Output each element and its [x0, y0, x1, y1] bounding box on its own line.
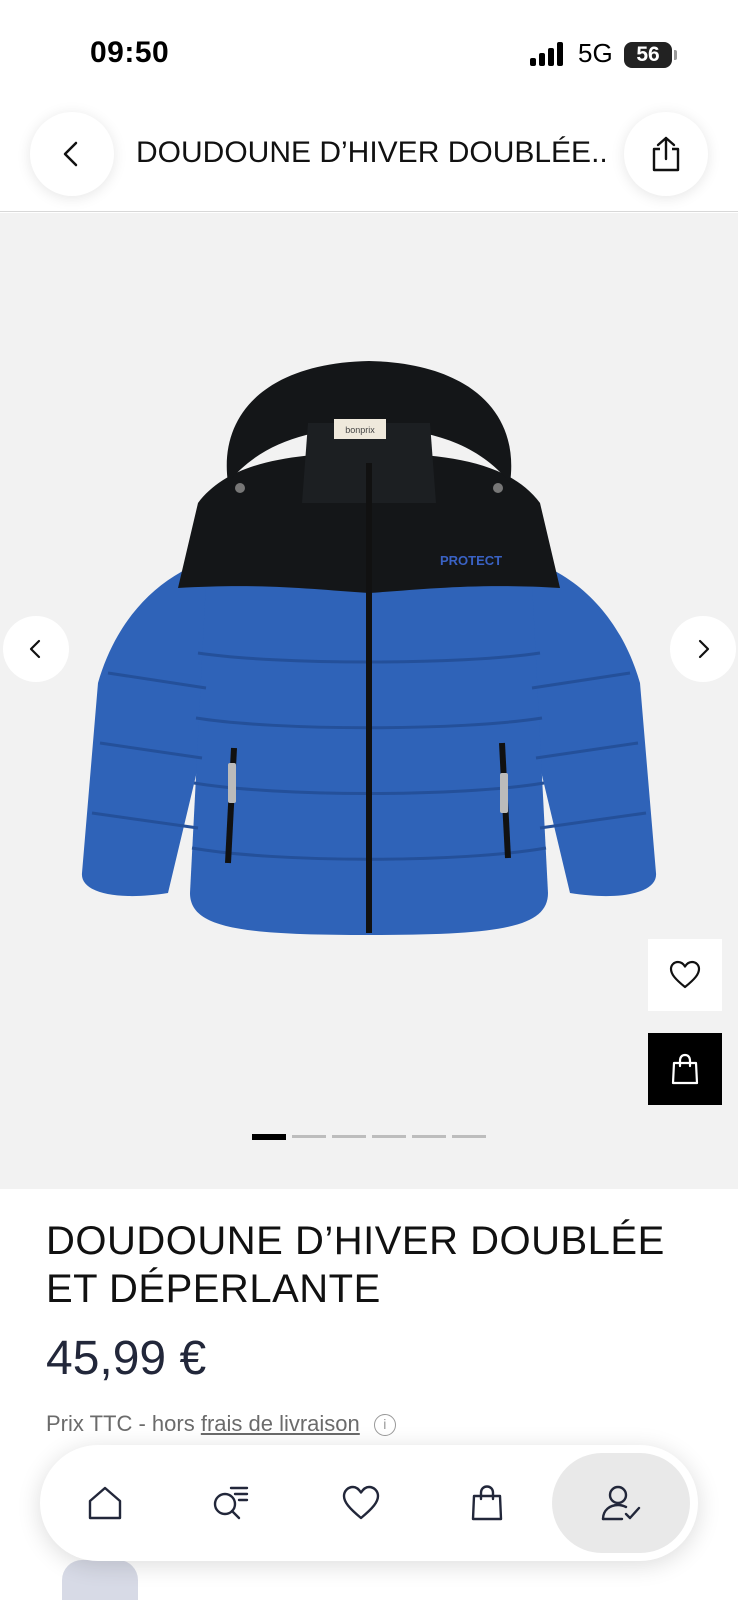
image-pagination [252, 1134, 486, 1140]
pagination-dot[interactable] [332, 1135, 366, 1138]
nav-account[interactable] [552, 1453, 690, 1553]
header-title: DOUDOUNE D’HIVER DOUBLÉE... [136, 136, 606, 169]
heart-icon [669, 960, 701, 989]
next-image-button[interactable] [670, 616, 736, 682]
search-list-icon [213, 1486, 249, 1520]
shopping-bag-icon [471, 1485, 503, 1521]
pagination-dot[interactable] [372, 1135, 406, 1138]
heart-icon [342, 1485, 380, 1520]
back-button[interactable] [30, 112, 114, 196]
add-to-wishlist-button[interactable] [648, 939, 722, 1011]
account-icon [601, 1485, 641, 1521]
network-type: 5G [578, 38, 613, 68]
chevron-left-icon [29, 639, 41, 659]
product-price: 45,99 € [46, 1332, 207, 1385]
shopping-bag-icon [671, 1053, 699, 1085]
nav-search[interactable] [168, 1445, 294, 1561]
chevron-right-icon [698, 639, 710, 659]
pagination-dot[interactable] [452, 1135, 486, 1138]
nav-cart[interactable] [424, 1445, 550, 1561]
status-time: 09:50 [90, 36, 170, 69]
status-bar: 09:50 5G 56 [0, 0, 738, 100]
product-gallery[interactable]: bonprix PROTECT [0, 213, 738, 1189]
svg-text:PROTECT: PROTECT [440, 553, 502, 568]
product-title: DOUDOUNE D’HIVER DOUBLÉE ET DÉPERLANTE [46, 1219, 665, 1311]
home-icon [88, 1486, 122, 1520]
shipping-fees-link[interactable]: frais de livraison [201, 1411, 360, 1436]
signal-icon [530, 42, 566, 66]
svg-text:bonprix: bonprix [345, 425, 375, 435]
tax-note: Prix TTC - hors frais de livraison i [46, 1411, 396, 1437]
battery-icon: 56 [624, 42, 677, 68]
share-button[interactable] [624, 112, 708, 196]
tax-note-text: Prix TTC - hors [46, 1411, 201, 1436]
pagination-dot[interactable] [292, 1135, 326, 1138]
content-peek [62, 1560, 138, 1600]
pagination-dot[interactable] [412, 1135, 446, 1138]
share-icon [652, 136, 680, 172]
previous-image-button[interactable] [3, 616, 69, 682]
nav-home[interactable] [42, 1445, 168, 1561]
top-bar: DOUDOUNE D’HIVER DOUBLÉE... [0, 100, 738, 212]
pagination-dot[interactable] [252, 1134, 286, 1140]
add-to-cart-button[interactable] [648, 1033, 722, 1105]
product-image: bonprix PROTECT [81, 361, 657, 935]
chevron-left-icon [63, 141, 78, 167]
nav-wishlist[interactable] [298, 1445, 424, 1561]
bottom-navigation [40, 1445, 698, 1561]
info-icon[interactable]: i [373, 1414, 396, 1437]
